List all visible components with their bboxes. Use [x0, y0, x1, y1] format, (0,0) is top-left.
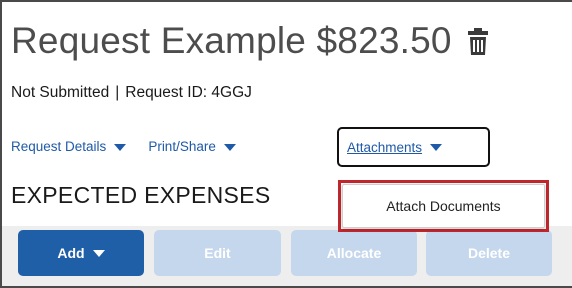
expenses-toolbar: Add Edit Allocate Delete: [2, 226, 572, 286]
status-separator: |: [115, 84, 120, 101]
request-id: Request ID: 4GGJ: [125, 84, 252, 101]
trash-icon[interactable]: [467, 26, 489, 56]
chevron-down-icon: [114, 143, 127, 151]
delete-button[interactable]: Delete: [426, 230, 552, 276]
status-text: Not Submitted: [11, 84, 110, 101]
request-panel: Request Example $823.50 Not Submitted | Re…: [0, 0, 572, 288]
nav-attachments-label: Attachments: [347, 139, 423, 155]
nav-request-details[interactable]: Request Details: [11, 139, 127, 154]
status-row: Not Submitted | Request ID: 4GGJ: [11, 84, 252, 102]
edit-button-label: Edit: [204, 245, 231, 261]
nav-print-share-label: Print/Share: [148, 139, 216, 154]
delete-button-label: Delete: [467, 245, 511, 261]
chevron-down-icon: [223, 143, 236, 151]
allocate-button-label: Allocate: [326, 245, 382, 261]
section-title: EXPECTED EXPENSES: [11, 182, 271, 208]
attachments-dropdown: Attach Documents: [338, 180, 549, 232]
nav-request-details-label: Request Details: [11, 139, 107, 154]
chevron-down-icon: [92, 249, 105, 257]
add-button-label: Add: [57, 245, 85, 261]
title-row: Request Example $823.50: [11, 20, 489, 62]
allocate-button[interactable]: Allocate: [291, 230, 417, 276]
edit-button[interactable]: Edit: [154, 230, 281, 276]
chevron-down-icon: [430, 144, 443, 151]
add-button[interactable]: Add: [18, 230, 144, 276]
request-nav: Request Details Print/Share Attachments: [11, 127, 490, 167]
attach-documents-menu-item[interactable]: Attach Documents: [342, 184, 545, 228]
nav-print-share[interactable]: Print/Share: [148, 139, 236, 154]
nav-attachments[interactable]: Attachments: [337, 127, 490, 167]
page-title: Request Example $823.50: [11, 20, 452, 61]
